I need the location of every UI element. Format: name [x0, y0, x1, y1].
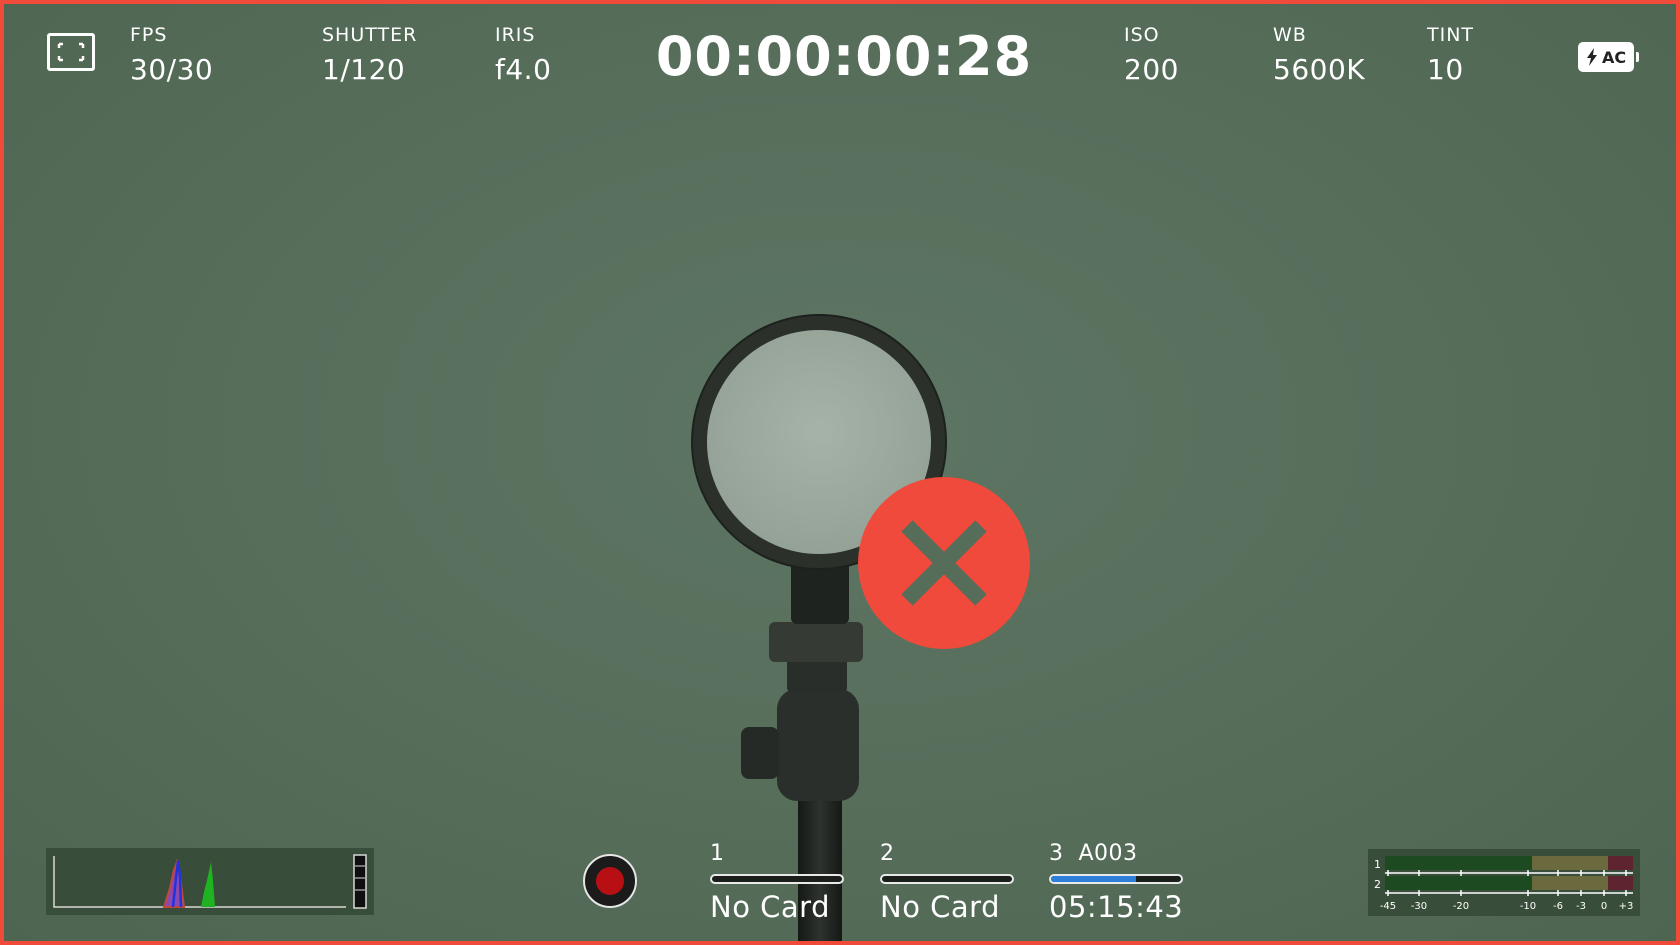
record-button[interactable] [583, 854, 637, 908]
frame-guides-icon[interactable] [47, 33, 95, 71]
slot-3-fill [1051, 876, 1136, 882]
timecode[interactable]: 00:00:00:28 [624, 24, 1064, 90]
record-icon [596, 867, 624, 895]
slot-2-status: No Card [880, 890, 1000, 924]
iris-control[interactable]: IRIS f4.0 [495, 24, 551, 85]
iris-label: IRIS [495, 24, 536, 46]
power-indicator[interactable]: AC [1578, 42, 1639, 72]
fps-label: FPS [130, 24, 168, 46]
light-stand-ball-head [777, 689, 859, 801]
scale-tick-4: -6 [1553, 901, 1563, 912]
scale-tick-0: -45 [1380, 901, 1396, 912]
error-overlay [858, 477, 1030, 649]
iso-label: ISO [1124, 24, 1160, 46]
histogram[interactable] [46, 848, 374, 915]
iris-value: f4.0 [495, 53, 552, 86]
channel-2-green [1385, 876, 1532, 890]
power-label: AC [1601, 47, 1627, 67]
channel-1-yellow [1532, 856, 1608, 870]
shutter-label: SHUTTER [322, 24, 418, 46]
slot-3-bar [1049, 874, 1183, 884]
slot-2-bar [880, 874, 1014, 884]
fps-value: 30/30 [130, 53, 214, 86]
wb-value: 5600K [1273, 53, 1366, 86]
fps-control[interactable]: FPS 30/30 [130, 24, 213, 85]
channel-1-green [1385, 856, 1532, 870]
media-slot-1[interactable]: 1 No Card [710, 842, 850, 924]
light-stand-clamp [769, 622, 863, 662]
scale-tick-5: -3 [1576, 901, 1586, 912]
iso-control[interactable]: ISO 200 [1124, 24, 1179, 85]
channel-1-red [1608, 856, 1633, 870]
slot-1-bar [710, 874, 844, 884]
camera-viewfinder: FPS 30/30 SHUTTER 1/120 IRIS f4.0 00:00:… [0, 0, 1680, 945]
media-slot-3[interactable]: 3 A003 05:15:43 [1049, 842, 1189, 924]
audio-meter[interactable]: 1 2 -45 -30 -20 -10 -6 -3 0 +3 [1368, 849, 1640, 916]
shutter-control[interactable]: SHUTTER 1/120 [322, 24, 417, 85]
scale-tick-6: 0 [1601, 901, 1607, 912]
lightning-icon [1586, 48, 1597, 66]
channel-2-red [1608, 876, 1633, 890]
light-stand-knob [741, 727, 779, 779]
scale-tick-2: -20 [1453, 901, 1469, 912]
tint-value: 10 [1427, 53, 1464, 86]
wb-label: WB [1273, 24, 1307, 46]
scale-tick-7: +3 [1619, 901, 1634, 912]
scale-tick-3: -10 [1520, 901, 1536, 912]
tint-control[interactable]: TINT 10 [1427, 24, 1474, 85]
shutter-value: 1/120 [322, 53, 406, 86]
audio-channel-1-label: 1 [1374, 858, 1381, 871]
iso-value: 200 [1124, 53, 1179, 86]
slot-1-number: 1 [710, 841, 725, 866]
slot-2-number: 2 [880, 841, 895, 866]
slot-3-status: 05:15:43 [1049, 890, 1184, 924]
slot-3-number: 3 A003 [1049, 841, 1138, 866]
close-icon [901, 520, 987, 606]
audio-channel-2-label: 2 [1374, 878, 1381, 891]
wb-control[interactable]: WB 5600K [1273, 24, 1365, 85]
channel-2-yellow [1532, 876, 1608, 890]
scale-tick-1: -30 [1411, 901, 1427, 912]
media-slot-2[interactable]: 2 No Card [880, 842, 1020, 924]
tint-label: TINT [1427, 24, 1475, 46]
slot-1-status: No Card [710, 890, 830, 924]
